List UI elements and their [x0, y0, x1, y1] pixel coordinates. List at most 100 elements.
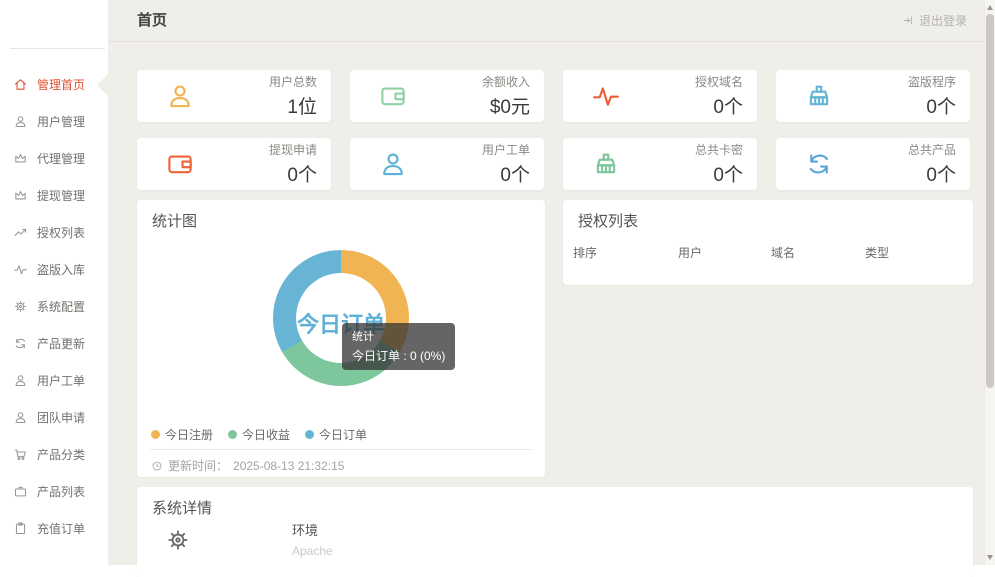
sidebar-item-充值订单[interactable]: 充值订单: [0, 510, 108, 547]
legend-label: 今日收益: [242, 426, 290, 443]
sidebar-item-产品更新[interactable]: 产品更新: [0, 325, 108, 362]
wallet-icon: [165, 149, 195, 179]
sidebar: 管理首页用户管理代理管理提现管理授权列表盗版入库系统配置产品更新用户工单团队申请…: [0, 0, 108, 565]
sidebar-item-label: 团队申请: [37, 409, 85, 426]
sidebar-item-label: 授权列表: [37, 224, 85, 241]
refresh-icon: [13, 336, 28, 351]
pulse-icon: [13, 262, 28, 277]
authorization-table-header: 排序用户域名类型: [573, 244, 963, 261]
sidebar-item-用户工单[interactable]: 用户工单: [0, 362, 108, 399]
stat-card-余额收入: 余额收入$0元: [350, 70, 544, 122]
gear-icon: [13, 299, 28, 314]
sidebar-item-label: 代理管理: [37, 150, 85, 167]
gear-icon: [165, 527, 191, 553]
stat-card-用户工单: 用户工单0个: [350, 138, 544, 190]
auth-column-域名: 域名: [771, 244, 865, 261]
system-details-panel: 系统详情 环境 Apache: [137, 487, 973, 577]
stat-card-盗版程序: 盗版程序0个: [776, 70, 970, 122]
sidebar-item-授权列表[interactable]: 授权列表: [0, 214, 108, 251]
sidebar-item-label: 系统配置: [37, 298, 85, 315]
legend-dot: [151, 430, 160, 439]
clipboard-icon: [13, 521, 28, 536]
home-icon: [13, 77, 28, 92]
page-title: 首页: [137, 0, 167, 41]
sidebar-item-label: 产品列表: [37, 483, 85, 500]
sidebar-item-用户管理[interactable]: 用户管理: [0, 103, 108, 140]
statistics-panel: 统计图 今日订单 统计 今日订单 : 0 (0%) 今日注册 今日收益 今日订单 更…: [137, 200, 545, 477]
sidebar-item-label: 产品更新: [37, 335, 85, 352]
sidebar-item-团队申请[interactable]: 团队申请: [0, 399, 108, 436]
stat-card-授权域名: 授权域名0个: [563, 70, 757, 122]
legend-dot: [305, 430, 314, 439]
brush-icon: [591, 149, 621, 179]
sidebar-item-label: 用户管理: [37, 113, 85, 130]
refresh-icon: [804, 149, 834, 179]
cart-icon: [13, 447, 28, 462]
system-details-title: 系统详情: [152, 497, 212, 518]
sidebar-item-管理首页[interactable]: 管理首页: [0, 66, 108, 103]
stat-card-用户总数: 用户总数1位: [137, 70, 331, 122]
page-scrollbar[interactable]: [984, 0, 995, 565]
stat-card-label: 总共产品: [908, 141, 956, 158]
stat-card-value: 0个: [482, 160, 530, 187]
legend-item-今日订单[interactable]: 今日订单: [305, 426, 367, 443]
sidebar-item-提现管理[interactable]: 提现管理: [0, 177, 108, 214]
sidebar-item-产品分类[interactable]: 产品分类: [0, 436, 108, 473]
user-icon: [13, 410, 28, 425]
chart-divider: [150, 449, 532, 450]
stat-card-value: 0个: [695, 92, 743, 119]
crown-icon: [13, 188, 28, 203]
active-item-notch: [97, 74, 108, 96]
stat-card-value: 0个: [269, 160, 317, 187]
sidebar-item-系统配置[interactable]: 系统配置: [0, 288, 108, 325]
crown-icon: [13, 151, 28, 166]
stat-card-value: $0元: [482, 92, 530, 119]
sidebar-item-label: 盗版入库: [37, 261, 85, 278]
update-time-row: 更新时间： 2025-08-13 21:32:15: [151, 457, 344, 474]
sidebar-item-label: 用户工单: [37, 372, 85, 389]
trend-icon: [13, 225, 28, 240]
sidebar-item-label: 管理首页: [37, 76, 85, 93]
chart-tooltip: 统计 今日订单 : 0 (0%): [342, 323, 455, 370]
sidebar-item-label: 提现管理: [37, 187, 85, 204]
legend-dot: [228, 430, 237, 439]
sidebar-item-label: 充值订单: [37, 520, 85, 537]
stat-card-提现申请: 提现申请 0个: [137, 138, 331, 190]
pulse-icon: [591, 81, 621, 111]
wallet-icon: [378, 81, 408, 111]
main-content: 首页 退出登录 用户总数1位余额收入$0元授权域名0个盗版程序0个提现申请0个用…: [108, 0, 995, 565]
legend-label: 今日注册: [165, 426, 213, 443]
chart-tooltip-title: 统计: [352, 328, 445, 344]
system-env-value: Apache: [292, 544, 333, 558]
stat-card-label: 总共卡密: [695, 141, 743, 158]
stat-card-value: 0个: [908, 92, 956, 119]
sidebar-item-代理管理[interactable]: 代理管理: [0, 140, 108, 177]
user-icon: [165, 81, 195, 111]
sidebar-item-label: 产品分类: [37, 446, 85, 463]
legend-item-今日注册[interactable]: 今日注册: [151, 426, 213, 443]
stat-card-总共卡密: 总共卡密 0个: [563, 138, 757, 190]
sidebar-item-盗版入库[interactable]: 盗版入库: [0, 251, 108, 288]
stat-card-value: 0个: [908, 160, 956, 187]
top-bar: 首页 退出登录: [108, 0, 995, 42]
case-icon: [13, 484, 28, 499]
sidebar-item-产品列表[interactable]: 产品列表: [0, 473, 108, 510]
logout-button[interactable]: 退出登录: [902, 0, 967, 41]
system-env-label: 环境: [292, 520, 333, 539]
authorization-list-panel: 授权列表 排序用户域名类型: [563, 200, 973, 285]
scrollbar-up-arrow[interactable]: [987, 5, 993, 10]
auth-column-类型: 类型: [865, 244, 963, 261]
legend-item-今日收益[interactable]: 今日收益: [228, 426, 290, 443]
scrollbar-down-arrow[interactable]: [987, 555, 993, 560]
legend-label: 今日订单: [319, 426, 367, 443]
statistics-panel-title: 统计图: [152, 210, 197, 231]
chart-legend: 今日注册 今日收益 今日订单: [151, 426, 367, 443]
authorization-list-title: 授权列表: [578, 210, 638, 231]
stat-card-label: 提现申请: [269, 141, 317, 158]
scrollbar-thumb[interactable]: [986, 14, 994, 388]
update-time-label: 更新时间：: [168, 457, 228, 474]
user-icon: [13, 114, 28, 129]
stat-card-value: 0个: [695, 160, 743, 187]
stat-card-label: 用户总数: [269, 73, 317, 90]
update-time-value: 2025-08-13 21:32:15: [233, 459, 344, 473]
